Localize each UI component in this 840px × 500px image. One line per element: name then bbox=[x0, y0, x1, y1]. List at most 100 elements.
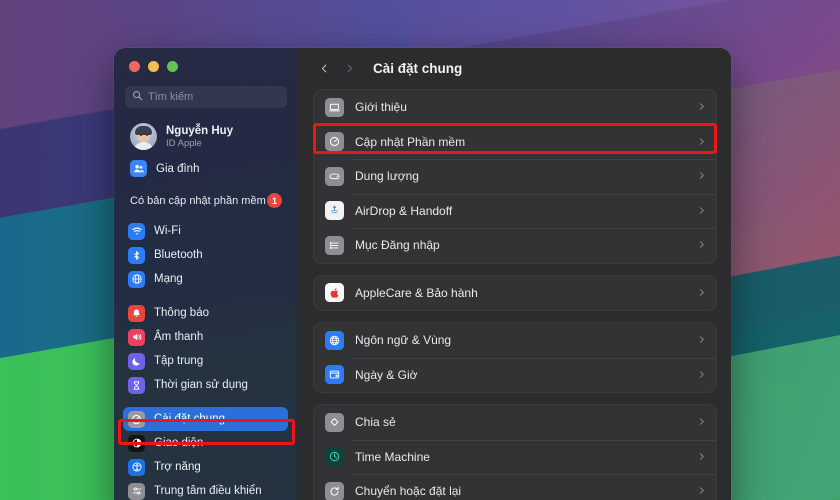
sidebar-item-label: Giao diện bbox=[154, 437, 204, 449]
screentime-icon bbox=[128, 376, 145, 394]
account-name: Nguyễn Huy bbox=[166, 124, 234, 137]
row-applecare[interactable]: AppleCare & Bảo hành bbox=[314, 276, 716, 311]
apple-account-row[interactable]: Nguyễn Huy ID Apple bbox=[125, 119, 287, 154]
timemachine-icon bbox=[325, 447, 344, 467]
sidebar-item-label: Gia đình bbox=[156, 162, 200, 175]
family-icon bbox=[130, 160, 147, 177]
row-date-time[interactable]: Ngày & Giờ bbox=[314, 357, 716, 393]
back-button[interactable] bbox=[313, 58, 335, 80]
sidebar-item-notifications[interactable]: Thông báo bbox=[123, 301, 288, 325]
applecare-icon bbox=[325, 283, 344, 303]
software-update-notice[interactable]: Có bản cập nhật phần mềm 1 bbox=[125, 190, 287, 211]
sidebar-item-focus[interactable]: Tập trung bbox=[123, 349, 288, 373]
sidebar-item-bluetooth[interactable]: Bluetooth bbox=[123, 243, 288, 267]
sidebar-item-family[interactable]: Gia đình bbox=[125, 157, 287, 180]
row-label: Chuyển hoặc đặt lại bbox=[355, 484, 462, 499]
sidebar-item-accessibility[interactable]: Trợ năng bbox=[123, 455, 288, 479]
chevron-right-icon bbox=[697, 133, 706, 151]
settings-group: Giới thiệu Cập nhật Phần mềm Dung lượng … bbox=[313, 89, 717, 264]
chevron-right-icon bbox=[697, 482, 706, 500]
forward-button[interactable] bbox=[338, 58, 360, 80]
sidebar-item-screentime[interactable]: Thời gian sử dụng bbox=[123, 373, 288, 397]
sidebar-item-label: Thông báo bbox=[154, 307, 209, 319]
sidebar-item-label: Trung tâm điều khiển bbox=[154, 485, 262, 497]
chevron-right-icon bbox=[697, 448, 706, 466]
wifi-icon bbox=[128, 222, 145, 240]
sidebar-item-appearance[interactable]: Giao diện bbox=[123, 431, 288, 455]
search-icon bbox=[132, 88, 143, 106]
language-icon bbox=[325, 330, 344, 350]
control-center-icon bbox=[128, 482, 145, 500]
software-update-notice-label: Có bản cập nhật phần mềm bbox=[130, 194, 266, 207]
sidebar-item-label: Thời gian sử dụng bbox=[154, 379, 248, 391]
network-icon bbox=[128, 270, 145, 288]
settings-group: Ngôn ngữ & Vùng Ngày & Giờ bbox=[313, 322, 717, 393]
chevron-right-icon bbox=[697, 236, 706, 254]
page-title: Cài đặt chung bbox=[373, 61, 463, 76]
chevron-right-icon bbox=[697, 284, 706, 302]
chevron-right-icon bbox=[697, 331, 706, 349]
row-login-items[interactable]: Mục Đăng nhập bbox=[314, 228, 716, 263]
close-button[interactable] bbox=[129, 61, 140, 72]
row-language-region[interactable]: Ngôn ngữ & Vùng bbox=[314, 323, 716, 358]
avatar bbox=[130, 123, 157, 150]
main-panel: Cài đặt chung Giới thiệu Cập nhật Phần m… bbox=[297, 48, 731, 500]
settings-group: AppleCare & Bảo hành bbox=[313, 274, 717, 311]
account-subtitle: ID Apple bbox=[166, 137, 202, 149]
row-storage[interactable]: Dung lượng bbox=[314, 159, 716, 194]
appearance-icon bbox=[128, 434, 145, 452]
system-settings-window: Nguyễn Huy ID Apple Gia đình Có bản cập … bbox=[114, 48, 731, 500]
sidebar-item-wifi[interactable]: Wi-Fi bbox=[123, 219, 288, 243]
row-label: Ngày & Giờ bbox=[355, 367, 418, 382]
settings-list: Giới thiệu Cập nhật Phần mềm Dung lượng … bbox=[297, 89, 731, 500]
sidebar-item-control-center[interactable]: Trung tâm điều khiển bbox=[123, 479, 288, 500]
chevron-right-icon bbox=[697, 167, 706, 185]
zoom-button[interactable] bbox=[167, 61, 178, 72]
minimize-button[interactable] bbox=[148, 61, 159, 72]
row-label: Mục Đăng nhập bbox=[355, 238, 440, 253]
sidebar-item-network[interactable]: Mạng bbox=[123, 267, 288, 291]
settings-group: Chia sẻ Time Machine Chuyển hoặc đặt lại bbox=[313, 404, 717, 500]
sidebar-item-label: Trợ năng bbox=[154, 461, 201, 473]
sidebar-item-label: Bluetooth bbox=[154, 249, 203, 261]
focus-moon-icon bbox=[128, 352, 145, 370]
search-field[interactable] bbox=[125, 86, 287, 108]
row-label: AirDrop & Handoff bbox=[355, 203, 453, 218]
row-airdrop-handoff[interactable]: AirDrop & Handoff bbox=[314, 193, 716, 229]
window-traffic-lights bbox=[114, 48, 297, 72]
sidebar-item-general[interactable]: Cài đặt chung bbox=[123, 407, 288, 431]
row-label: AppleCare & Bảo hành bbox=[355, 285, 478, 300]
chevron-right-icon bbox=[697, 413, 706, 431]
sidebar-group-alerts: Thông báo Âm thanh Tập trung Thời gian s… bbox=[114, 301, 297, 397]
sidebar: Nguyễn Huy ID Apple Gia đình Có bản cập … bbox=[114, 48, 297, 500]
chevron-right-icon bbox=[697, 98, 706, 116]
notifications-icon bbox=[128, 304, 145, 322]
row-about[interactable]: Giới thiệu bbox=[314, 90, 716, 125]
accessibility-icon bbox=[128, 458, 145, 476]
row-label: Cập nhật Phần mềm bbox=[355, 134, 466, 149]
datetime-icon bbox=[325, 365, 344, 385]
row-label: Time Machine bbox=[355, 449, 430, 464]
sound-icon bbox=[128, 328, 145, 346]
search-input[interactable] bbox=[148, 91, 280, 103]
sidebar-item-label: Wi-Fi bbox=[154, 225, 181, 237]
row-software-update[interactable]: Cập nhật Phần mềm bbox=[314, 124, 716, 160]
status-badge: 1 bbox=[267, 193, 282, 208]
chevron-right-icon bbox=[697, 366, 706, 384]
desktop-wallpaper: Nguyễn Huy ID Apple Gia đình Có bản cập … bbox=[0, 0, 840, 500]
sharing-icon bbox=[325, 412, 344, 432]
row-label: Dung lượng bbox=[355, 169, 419, 184]
row-sharing[interactable]: Chia sẻ bbox=[314, 405, 716, 440]
sidebar-group-system: Cài đặt chung Giao diện Trợ năng Trung t… bbox=[114, 407, 297, 500]
general-gear-icon bbox=[128, 410, 145, 428]
sidebar-item-sound[interactable]: Âm thanh bbox=[123, 325, 288, 349]
bluetooth-icon bbox=[128, 246, 145, 264]
sidebar-item-label: Cài đặt chung bbox=[154, 413, 225, 425]
sidebar-item-label: Tập trung bbox=[154, 355, 204, 367]
storage-icon bbox=[325, 166, 344, 186]
about-icon bbox=[325, 97, 344, 117]
row-time-machine[interactable]: Time Machine bbox=[314, 439, 716, 475]
row-label: Giới thiệu bbox=[355, 100, 407, 115]
sidebar-group-network: Wi-Fi Bluetooth Mạng bbox=[114, 219, 297, 291]
row-transfer-reset[interactable]: Chuyển hoặc đặt lại bbox=[314, 474, 716, 500]
